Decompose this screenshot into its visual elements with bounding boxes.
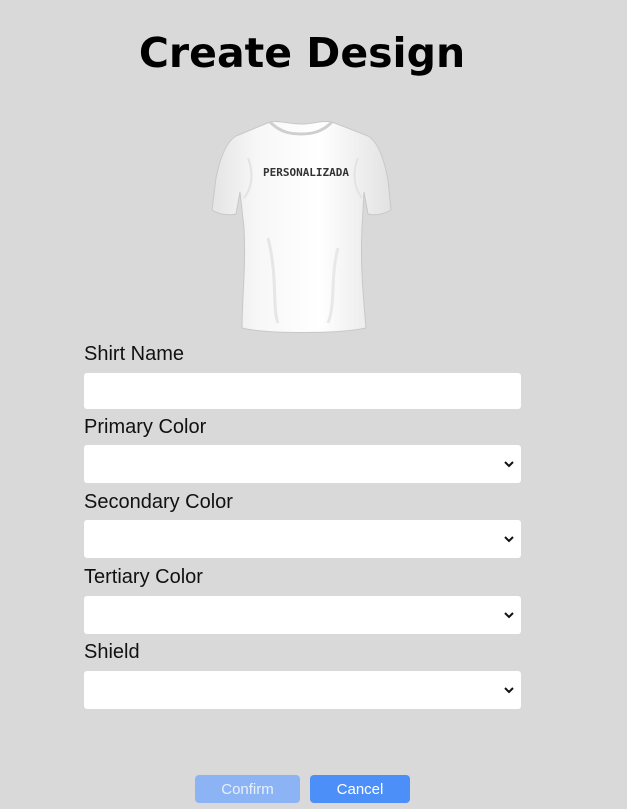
tshirt-icon: PERSONALIZADA (211, 120, 392, 333)
secondary-color-select[interactable] (84, 520, 521, 558)
chevron-down-icon (504, 687, 514, 694)
tertiary-color-select[interactable] (84, 596, 521, 634)
shirt-name-label: Shirt Name (84, 343, 185, 365)
shield-select[interactable] (84, 671, 521, 709)
tertiary-color-label: Tertiary Color (84, 566, 203, 588)
primary-color-label: Primary Color (84, 416, 207, 438)
primary-color-select[interactable] (84, 445, 521, 483)
secondary-color-label: Secondary Color (84, 491, 233, 513)
chevron-down-icon (504, 612, 514, 619)
shirt-preview-image: PERSONALIZADA (208, 118, 394, 336)
shirt-print-text: PERSONALIZADA (263, 166, 349, 179)
chevron-down-icon (504, 461, 514, 468)
confirm-button[interactable]: Confirm (195, 775, 300, 803)
shirt-name-input[interactable] (84, 373, 521, 409)
page-title: Create Design (138, 29, 466, 77)
chevron-down-icon (504, 536, 514, 543)
shield-label: Shield (84, 641, 140, 663)
cancel-button[interactable]: Cancel (310, 775, 410, 803)
